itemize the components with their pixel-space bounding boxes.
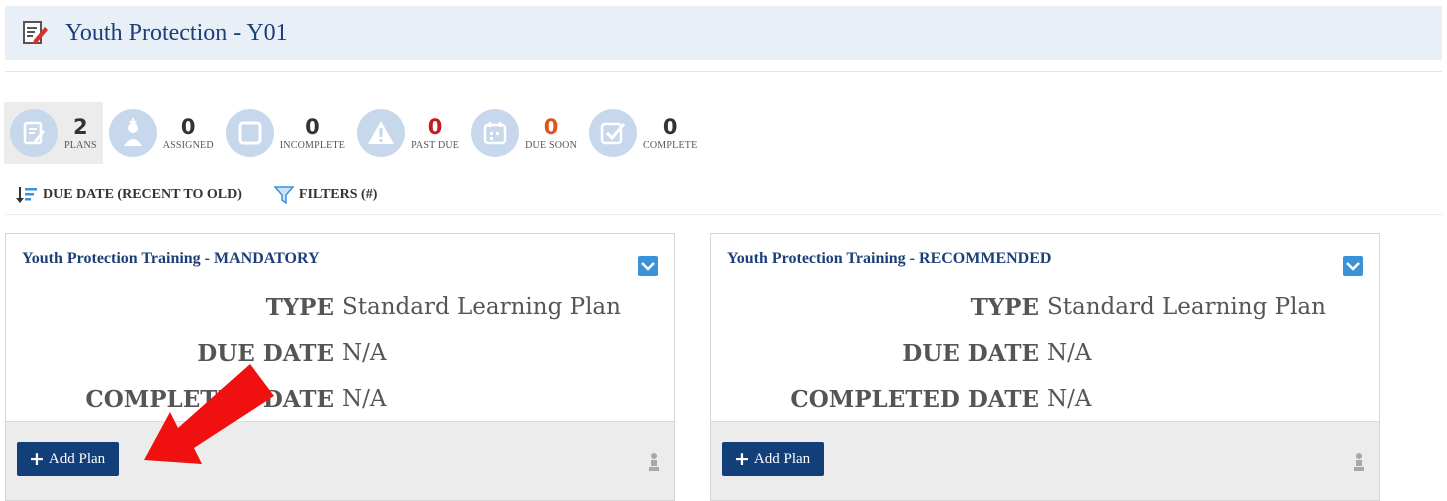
page-header: Youth Protection - Y01 <box>5 6 1442 60</box>
square-icon <box>225 109 274 157</box>
stat-count: 2 <box>73 114 88 139</box>
due-date-value: N/A <box>342 340 387 366</box>
stat-label: PLANS <box>64 139 97 151</box>
stat-count: 0 <box>543 114 559 139</box>
stat-label: INCOMPLETE <box>279 139 346 151</box>
sort-icon <box>16 187 37 203</box>
plan-card: Youth Protection Training - RECOMMENDED … <box>710 233 1380 501</box>
card-title[interactable]: Youth Protection Training - RECOMMENDED <box>727 250 1051 268</box>
type-row: TYPE Standard Learning Plan <box>6 284 674 330</box>
card-footer: + Add Plan <box>711 421 1379 500</box>
filters-label: FILTERS (#) <box>298 187 378 202</box>
card-details: TYPE Standard Learning Plan DUE DATE N/A… <box>711 284 1379 422</box>
type-key: TYPE <box>265 293 334 321</box>
stat-label: DUE SOON <box>525 139 577 151</box>
due-date-row: DUE DATE N/A <box>711 330 1379 376</box>
plan-card: Youth Protection Training - MANDATORY TY… <box>5 233 675 501</box>
type-value: Standard Learning Plan <box>342 294 621 320</box>
sort-button[interactable]: DUE DATE (RECENT TO OLD) <box>16 186 242 204</box>
plus-icon: + <box>29 448 45 470</box>
plus-icon: + <box>734 448 750 470</box>
completed-date-key: COMPLETED DATE <box>790 385 1039 413</box>
calendar-icon <box>471 109 520 157</box>
warning-icon <box>357 109 406 157</box>
person-icon[interactable] <box>1353 452 1365 476</box>
page-title: Youth Protection - Y01 <box>65 19 288 46</box>
completed-date-row: COMPLETED DATE N/A <box>6 376 674 422</box>
stat-count: 0 <box>305 114 320 139</box>
add-plan-label: Add Plan <box>48 450 106 467</box>
sort-label: DUE DATE (RECENT TO OLD) <box>43 187 242 202</box>
type-key: TYPE <box>970 293 1039 321</box>
due-date-value: N/A <box>1047 340 1092 366</box>
completed-date-value: N/A <box>342 386 387 412</box>
stat-label: COMPLETE <box>643 139 698 151</box>
person-icon[interactable] <box>648 452 660 476</box>
type-row: TYPE Standard Learning Plan <box>711 284 1379 330</box>
stat-assigned[interactable]: 0 ASSIGNED <box>103 102 220 164</box>
edit-document-icon <box>10 109 58 157</box>
filter-icon <box>273 186 294 204</box>
stat-incomplete[interactable]: 0 INCOMPLETE <box>220 102 351 164</box>
completed-date-row: COMPLETED DATE N/A <box>711 376 1379 422</box>
toolbar: DUE DATE (RECENT TO OLD) FILTERS (#) <box>16 186 409 204</box>
card-title[interactable]: Youth Protection Training - MANDATORY <box>22 250 320 268</box>
stats-bar: 2 PLANS 0 ASSIGNED 0 INCOMPLETE 0 PAST D… <box>4 102 703 164</box>
due-date-key: DUE DATE <box>902 339 1039 367</box>
filters-button[interactable]: FILTERS (#) <box>273 186 378 204</box>
stat-label: ASSIGNED <box>162 139 214 151</box>
checkbox-icon <box>589 109 637 157</box>
completed-date-value: N/A <box>1047 386 1092 412</box>
add-plan-label: Add Plan <box>753 450 811 467</box>
stat-past-due[interactable]: 0 PAST DUE <box>351 102 465 164</box>
chevron-down-icon[interactable] <box>1343 256 1363 276</box>
add-plan-button[interactable]: + Add Plan <box>17 442 120 476</box>
divider <box>5 214 1442 215</box>
annotation-arrow-icon <box>144 364 274 464</box>
stat-plans[interactable]: 2 PLANS <box>4 102 103 164</box>
type-value: Standard Learning Plan <box>1047 294 1326 320</box>
chevron-down-icon[interactable] <box>638 256 658 276</box>
stat-count: 0 <box>180 114 196 139</box>
due-date-row: DUE DATE N/A <box>6 330 674 376</box>
stat-label: PAST DUE <box>411 139 460 151</box>
person-download-icon <box>108 109 157 157</box>
stat-count: 0 <box>662 114 678 139</box>
add-plan-button[interactable]: + Add Plan <box>722 442 825 476</box>
edit-document-icon <box>21 19 49 47</box>
card-details: TYPE Standard Learning Plan DUE DATE N/A… <box>6 284 674 422</box>
card-footer: + Add Plan <box>6 421 674 500</box>
stat-count: 0 <box>427 114 443 139</box>
stat-due-soon[interactable]: 0 DUE SOON <box>465 102 583 164</box>
divider <box>5 71 1442 72</box>
stat-complete[interactable]: 0 COMPLETE <box>583 102 703 164</box>
